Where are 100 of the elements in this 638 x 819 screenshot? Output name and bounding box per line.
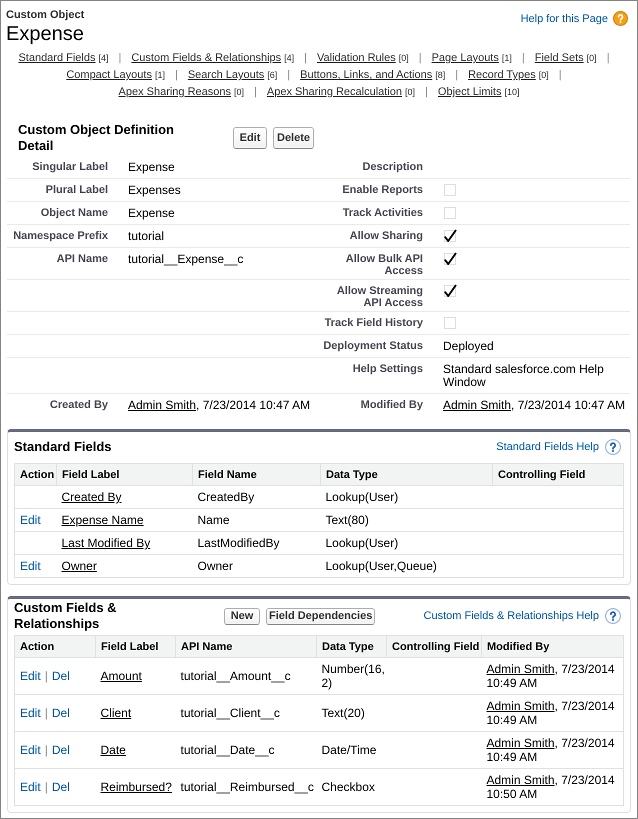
table-cell: tutorial__Amount__c xyxy=(176,658,316,694)
action-link[interactable]: Edit xyxy=(20,669,41,683)
section-title: Custom Fields & Relationships xyxy=(14,600,118,632)
user-link[interactable]: Admin Smith xyxy=(128,398,196,412)
modified-info: Admin Smith, 7/23/2014 10:50 AM xyxy=(486,773,615,801)
field-label: Help Settings xyxy=(352,363,423,375)
link-separator: | xyxy=(304,52,308,64)
table-cell: Text(80) xyxy=(320,508,492,532)
field-value: Expenses xyxy=(128,183,181,197)
field-value: tutorial__Expense__c xyxy=(128,252,244,266)
link-separator: | xyxy=(254,86,257,98)
nav-link[interactable]: Search Layouts xyxy=(188,69,264,81)
delete-button[interactable]: Delete xyxy=(273,127,314,149)
field-label-link[interactable]: Created By xyxy=(62,490,122,504)
link-count: [4] xyxy=(98,53,108,63)
user-link[interactable]: Admin Smith xyxy=(486,736,555,750)
table-cell: tutorial__Date__c xyxy=(176,732,316,768)
link-separator: | xyxy=(558,69,562,81)
field-label-link[interactable]: Last Modified By xyxy=(62,536,150,550)
link-count: [1] xyxy=(154,70,165,80)
field-label: API Name xyxy=(56,253,108,265)
column-header: Data Type xyxy=(320,464,492,486)
nav-link[interactable]: Record Types xyxy=(468,69,536,81)
column-header: Field Label xyxy=(56,464,192,486)
help-link[interactable]: Custom Fields & Relationships Help xyxy=(424,609,599,623)
column-header: Controlling Field xyxy=(386,636,482,658)
modified-info: Admin Smith, 7/23/2014 10:49 AM xyxy=(486,662,615,690)
table-cell: Date/Time xyxy=(316,732,386,768)
link-separator: | xyxy=(287,69,290,81)
field-label-link[interactable]: Amount xyxy=(100,669,142,683)
nav-link[interactable]: Standard Fields xyxy=(18,52,96,64)
field-label: Namespace Prefix xyxy=(13,230,108,242)
action-separator: | xyxy=(44,669,48,683)
link-separator: | xyxy=(455,69,458,81)
action-link[interactable]: Edit xyxy=(20,559,41,573)
page-title: Expense xyxy=(6,22,84,46)
user-link[interactable]: Admin Smith xyxy=(486,662,555,676)
nav-link[interactable]: Page Layouts xyxy=(432,52,499,64)
help-link[interactable]: Help for this Page xyxy=(520,12,608,26)
edit-button[interactable]: Edit xyxy=(233,127,267,149)
audit-info: Admin Smith, 7/23/2014 10:47 AM xyxy=(443,398,626,412)
field-label: Enable Reports xyxy=(342,184,423,196)
link-count: [0] xyxy=(234,87,244,97)
nav-link[interactable]: Compact Layouts xyxy=(66,69,152,81)
user-link[interactable]: Admin Smith xyxy=(486,699,555,713)
nav-link[interactable]: Validation Rules xyxy=(317,52,396,64)
field-label-link[interactable]: Owner xyxy=(62,559,97,573)
link-separator: | xyxy=(174,69,178,81)
action-link[interactable]: Edit xyxy=(20,706,41,720)
field-label: Singular Label xyxy=(32,161,108,173)
action-link[interactable]: Del xyxy=(52,669,70,683)
column-header: Action xyxy=(14,464,56,486)
user-link[interactable]: Admin Smith xyxy=(486,773,555,787)
field-label: Allow Bulk API Access xyxy=(346,253,423,277)
field-label-link[interactable]: Date xyxy=(100,743,126,757)
field-label-link[interactable]: Reimbursed? xyxy=(100,780,172,794)
nav-link[interactable]: Custom Fields & Relationships xyxy=(131,52,282,64)
column-header: Action xyxy=(14,636,96,658)
action-link[interactable]: Del xyxy=(52,743,70,757)
nav-link[interactable]: Field Sets xyxy=(534,52,584,64)
link-count: [0] xyxy=(538,70,549,80)
help-link[interactable]: Standard Fields Help xyxy=(496,440,599,454)
column-header: Field Label xyxy=(96,636,176,658)
table-cell: tutorial__Client__c xyxy=(176,694,316,732)
action-link[interactable]: Edit xyxy=(20,513,41,527)
action-link[interactable]: Del xyxy=(52,706,70,720)
action-separator: | xyxy=(44,706,48,720)
field-label: Description xyxy=(362,161,423,173)
table-cell: Checkbox xyxy=(316,768,386,806)
link-count: [0] xyxy=(398,53,409,63)
audit-info: Admin Smith, 7/23/2014 10:47 AM xyxy=(128,398,310,412)
action-link[interactable]: Edit xyxy=(20,780,41,794)
field-label: Object Name xyxy=(40,207,108,219)
table-cell: Text(20) xyxy=(316,694,386,732)
nav-link[interactable]: Buttons, Links, and Actions xyxy=(300,69,432,81)
field-label-link[interactable]: Expense Name xyxy=(62,513,144,527)
link-separator: | xyxy=(118,52,122,64)
nav-link[interactable]: Apex Sharing Reasons xyxy=(118,86,232,98)
field-label: Plural Label xyxy=(46,184,108,196)
new-button[interactable]: New xyxy=(224,608,260,624)
field-label-link[interactable]: Client xyxy=(100,706,132,720)
field-label: Allow Sharing xyxy=(350,230,423,242)
modified-info: Admin Smith, 7/23/2014 10:49 AM xyxy=(486,699,615,727)
help-icon[interactable] xyxy=(605,608,621,624)
action-separator: | xyxy=(44,743,48,757)
action-link[interactable]: Del xyxy=(52,780,70,794)
column-header: API Name xyxy=(176,636,316,658)
help-icon[interactable] xyxy=(605,438,621,454)
action-link[interactable]: Edit xyxy=(20,743,41,757)
field-label: Created By xyxy=(50,399,108,411)
action-separator: | xyxy=(44,780,48,794)
user-link[interactable]: Admin Smith xyxy=(443,398,512,412)
nav-link[interactable]: Apex Sharing Recalculation xyxy=(266,86,402,98)
field-dependencies-button[interactable]: Field Dependencies xyxy=(266,608,376,624)
field-value: tutorial xyxy=(128,229,164,243)
nav-link[interactable]: Object Limits xyxy=(438,86,502,98)
section-title: Custom Object Definition Detail xyxy=(18,122,175,154)
link-separator: | xyxy=(522,52,525,64)
help-icon[interactable] xyxy=(613,11,628,26)
link-count: [0] xyxy=(405,87,416,97)
